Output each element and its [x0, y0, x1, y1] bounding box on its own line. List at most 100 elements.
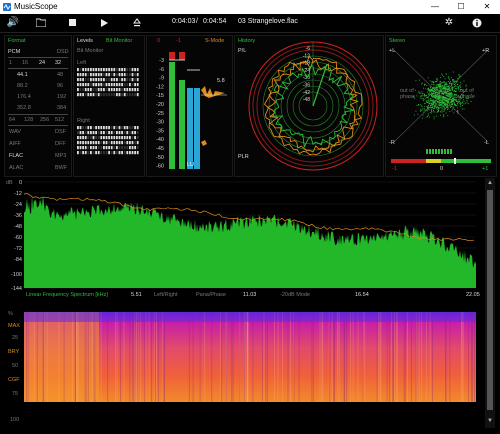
gonio-dot — [449, 111, 451, 112]
gonio-dot — [439, 87, 441, 89]
bit-monitor-tab[interactable]: Bit Monitor — [106, 38, 132, 44]
mode-left-right[interactable]: Left/Right — [154, 292, 178, 298]
gonio-dot — [434, 100, 436, 102]
spectrum-panel: dB 0 -12 -24 -36 -48 -60 -72 -84 -100 -144 Linear… — [4, 178, 482, 304]
gonio-dot — [445, 107, 447, 109]
gonio-dot — [448, 98, 450, 100]
gonio-dot — [457, 102, 459, 104]
gonio-dot — [434, 94, 435, 96]
radar-tick: -48 — [303, 97, 310, 103]
gonio-dot — [449, 88, 451, 90]
rate-384: 384 — [57, 105, 67, 111]
gonio-dot — [414, 89, 416, 91]
eject-icon[interactable] — [130, 17, 144, 29]
spectrum-ytick: -72 — [14, 246, 22, 252]
spectrum-ytick: -84 — [14, 257, 22, 263]
s-mode-button[interactable]: S-Mode — [205, 38, 224, 44]
format-pcm: PCM — [8, 49, 21, 55]
gonio-dot — [426, 106, 428, 107]
gonio-dot — [448, 86, 450, 88]
gonio-dot — [455, 88, 457, 89]
gonio-dot — [436, 89, 438, 90]
gonio-dot — [450, 106, 452, 107]
bit-cell — [134, 93, 136, 97]
gonio-dot — [453, 100, 455, 102]
mode-pana-phase[interactable]: Pana/Phase — [196, 292, 226, 298]
scroll-down-icon[interactable]: ▼ — [487, 418, 493, 424]
folder-icon[interactable] — [34, 17, 48, 29]
gonio-dot — [422, 82, 423, 84]
gonio-dot — [435, 85, 437, 87]
close-button[interactable]: ✕ — [474, 0, 500, 14]
gonio-dot — [451, 83, 453, 84]
gonio-dot — [451, 99, 453, 101]
gonio-dot — [415, 110, 417, 112]
bit-cell — [131, 136, 134, 140]
bit-cell — [134, 73, 136, 77]
gonio-dot — [422, 114, 424, 116]
gonio-dot — [455, 95, 457, 97]
gonio-dot — [415, 80, 417, 82]
minimize-button[interactable]: — — [422, 0, 448, 14]
gonio-dot — [429, 99, 431, 100]
scroll-thumb[interactable] — [487, 190, 493, 410]
bit-cell — [82, 136, 84, 140]
bit-cell — [126, 88, 129, 92]
bit-cell — [95, 136, 97, 140]
gear-icon[interactable]: ✲ — [442, 17, 456, 29]
play-icon[interactable] — [98, 17, 112, 29]
gonio-dot — [418, 104, 420, 106]
bit-cell — [82, 73, 84, 77]
gonio-dot — [450, 107, 451, 108]
gonio-dot — [426, 116, 428, 118]
bit-cell — [77, 88, 79, 92]
volume-icon[interactable]: 🔊 — [6, 17, 20, 29]
bit-cell — [84, 146, 87, 150]
gonio-dot — [463, 100, 465, 102]
bit-cell — [79, 88, 82, 92]
gonio-dot — [444, 90, 446, 92]
gonio-dot — [459, 102, 461, 104]
bit-cell — [92, 141, 95, 145]
stop-icon[interactable] — [66, 17, 80, 29]
left-bit-grid — [77, 68, 139, 97]
bit-cell — [77, 151, 79, 155]
bit-cell — [129, 88, 131, 92]
bit-cell — [92, 78, 95, 82]
gonio-dot — [440, 105, 442, 106]
gonio-dot — [450, 82, 452, 84]
bit-cell — [87, 78, 90, 82]
bit-cell — [103, 93, 105, 97]
bit-cell — [134, 126, 136, 130]
mode-minus20db[interactable]: -20dB Mode — [280, 292, 310, 298]
sg-label-25: 25 — [12, 335, 19, 341]
gonio-dot — [431, 96, 433, 98]
bit-cell — [82, 146, 84, 150]
bit-cell — [131, 131, 134, 135]
spectrum-ytick: -144 — [11, 286, 22, 292]
bit-cell — [105, 93, 108, 97]
bit-cell — [92, 136, 95, 140]
bit-cell — [90, 78, 92, 82]
gonio-dot — [420, 96, 422, 98]
maximize-button[interactable]: ☐ — [448, 0, 474, 14]
gonio-dot — [458, 73, 460, 75]
level-bar-l — [169, 62, 175, 169]
meter-tick: -3 — [159, 58, 164, 64]
gonio-dot — [467, 103, 469, 105]
gonio-dot — [423, 100, 424, 102]
gonio-dot — [466, 100, 468, 101]
spectrogram — [24, 312, 476, 424]
gonio-dot — [427, 106, 429, 108]
gonio-dot — [446, 84, 448, 85]
bit-cell — [100, 136, 103, 140]
gonio-dot — [455, 99, 456, 101]
scrollbar[interactable]: ▲ ▼ — [485, 178, 495, 428]
bit-cell — [95, 146, 97, 150]
scroll-up-icon[interactable]: ▲ — [487, 180, 493, 186]
gonio-dot — [434, 111, 436, 113]
info-icon[interactable] — [470, 17, 484, 29]
bit-cell — [77, 146, 79, 150]
gonio-dot — [443, 105, 444, 107]
bit-cell — [121, 141, 123, 145]
